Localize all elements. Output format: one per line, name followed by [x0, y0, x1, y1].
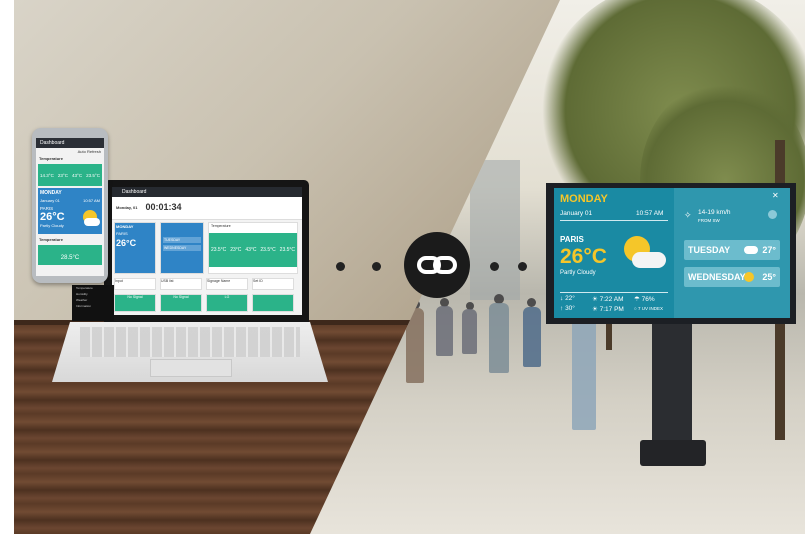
laptop-temp-value: 43°C [245, 247, 257, 253]
signage-uv: ○ 7 UV INDEX [634, 306, 663, 311]
laptop-temp-value: 23.5°C [260, 247, 276, 253]
signage-temp: 26°C [560, 245, 607, 268]
connector-dot [490, 262, 499, 271]
signage-display: MONDAY January 01 10:57 AM PARIS 26°C Pa… [554, 188, 790, 318]
laptop-card: Input [114, 278, 156, 290]
laptop-sidebar: Temperature Humidity Weather Information [72, 285, 114, 321]
phone-section-heading: Temperature [39, 237, 63, 242]
laptop-temperature-heading: Temperature [211, 224, 231, 228]
signage-divider [560, 292, 668, 293]
signage-sunrise: ☀ 7:22 AM [592, 296, 624, 303]
signage-day: MONDAY [560, 193, 608, 205]
close-icon[interactable]: ✕ [772, 191, 779, 200]
signage-base [640, 440, 706, 466]
signage-date: January 01 [560, 210, 593, 217]
laptop-temp-value: 23°C [230, 247, 242, 253]
laptop-temp-value: 23.5°C [279, 247, 296, 253]
laptop-date: Monday, 01 [116, 205, 138, 210]
partly-sunny-icon [744, 272, 754, 282]
laptop-card: Signage Name [206, 278, 248, 290]
phone-toggle[interactable]: Auto Refresh [36, 148, 104, 155]
laptop-city: PARIS [116, 231, 128, 236]
forecast-temp: 27° [762, 245, 776, 255]
connector-dot [372, 262, 381, 271]
forecast-row: WEDNESDAY 25° [684, 267, 780, 287]
signage-wind: 14-19 km/h [698, 209, 731, 216]
phone-time: 10:57 AM [83, 198, 100, 203]
signage-low: ↓ 22° [560, 295, 575, 302]
signage-sunset: ☀ 7:17 PM [592, 306, 624, 313]
laptop-forecast-1: TUESDAY [163, 237, 201, 243]
cloud-icon [744, 246, 758, 254]
cloud-icon [84, 218, 100, 226]
laptop-card: USB list [160, 278, 202, 290]
link-icon [404, 232, 470, 298]
moon-icon [768, 210, 777, 219]
signage-stand [652, 318, 692, 448]
wind-icon: ✧ [684, 210, 692, 220]
phone-footer-card: 28.5°C [38, 245, 102, 265]
phone-title-bar: Dashboard [36, 138, 104, 148]
forecast-day: TUESDAY [688, 245, 731, 255]
forecast-day: WEDNESDAY [688, 272, 746, 282]
laptop-tile[interactable]: No Signal [114, 294, 156, 312]
laptop-title-bar: Dashboard [112, 187, 302, 197]
phone-weather-card: MONDAY January 01 10:57 AM PARIS 26°C Pa… [38, 188, 102, 234]
signage-wind-dir: FROM SW [698, 218, 720, 223]
signage-high: ↑ 30° [560, 305, 575, 312]
signage-time: 10:57 AM [636, 210, 664, 217]
signage-divider [560, 220, 668, 221]
laptop-card: Set ID [252, 278, 294, 290]
laptop-tile[interactable] [252, 294, 294, 312]
forecast-temp: 25° [762, 272, 776, 282]
laptop-screen: Dashboard Monday, 01 00:01:34 MONDAY PAR… [112, 187, 302, 315]
laptop-title: Dashboard [122, 189, 147, 195]
laptop-temp: 26°C [116, 238, 137, 248]
sidebar-item[interactable]: Information [72, 303, 114, 309]
forecast-row: TUESDAY 27° [684, 240, 780, 260]
laptop-temperature-card: Temperature 23.5°C 23°C 43°C 23.5°C 23.5… [208, 222, 298, 274]
signage-city: PARIS [560, 235, 584, 244]
phone-temperature-heading: Temperature [39, 156, 63, 161]
signage-humidity: ☂ 76% [634, 296, 655, 303]
connector-dot [336, 262, 345, 271]
smartphone: Dashboard Auto Refresh Temperature 14.3°… [32, 128, 108, 283]
laptop-keyboard [80, 327, 300, 357]
laptop-forecast-2: WEDNESDAY [163, 245, 201, 251]
signage-condition: Partly Cloudy [560, 270, 596, 276]
laptop-day: MONDAY [116, 224, 134, 229]
connector-dot [518, 262, 527, 271]
phone-title: Dashboard [40, 140, 65, 146]
cloud-icon [632, 252, 666, 268]
laptop-touchpad [150, 359, 232, 377]
laptop-timer: 00:01:34 [145, 202, 182, 212]
laptop-weather-card: MONDAY PARIS 26°C [114, 222, 156, 274]
phone-day: MONDAY [40, 190, 62, 196]
hero-scene: Dashboard Monday, 01 00:01:34 MONDAY PAR… [0, 0, 805, 534]
phone-screen: Dashboard Auto Refresh Temperature 14.3°… [36, 138, 104, 276]
laptop-forecast-card: TUESDAY WEDNESDAY [160, 222, 204, 274]
laptop-tile[interactable]: No Signal [160, 294, 202, 312]
laptop-tile[interactable]: LG [206, 294, 248, 312]
laptop-temp-value: 23.5°C [210, 247, 227, 253]
phone-temperature-card: 14.3°C 23°C 43°C 23.5°C [38, 164, 102, 186]
phone-date: January 01 [40, 198, 60, 203]
